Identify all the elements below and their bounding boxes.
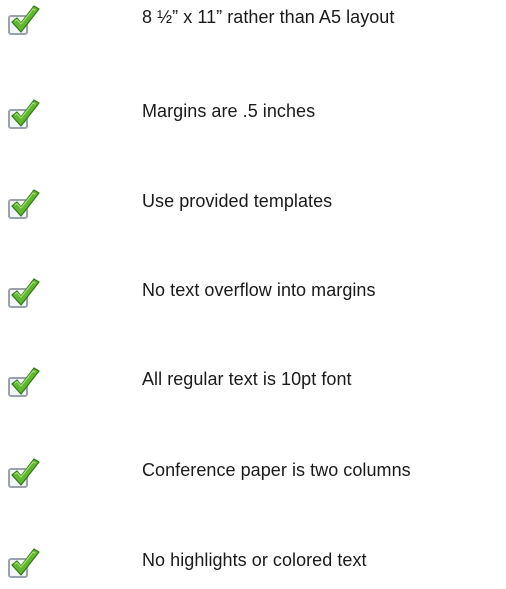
checked-box-icon bbox=[6, 186, 42, 222]
checklist-item: Margins are .5 inches bbox=[0, 96, 506, 136]
checklist-item: 8 ½” x 11” rather than A5 layout bbox=[0, 2, 506, 42]
checklist-item-label: Conference paper is two columns bbox=[142, 460, 411, 480]
checked-box-icon bbox=[6, 275, 42, 311]
checklist-item: Conference paper is two columns bbox=[0, 455, 506, 495]
checked-box-icon bbox=[6, 2, 42, 38]
checklist-item: No highlights or colored text bbox=[0, 545, 506, 585]
checklist-item-label: 8 ½” x 11” rather than A5 layout bbox=[142, 7, 395, 27]
checklist-item-label: All regular text is 10pt font bbox=[142, 369, 352, 389]
checklist-item-label: Use provided templates bbox=[142, 191, 333, 211]
checked-box-icon bbox=[6, 364, 42, 400]
checklist: 8 ½” x 11” rather than A5 layout Margins… bbox=[0, 0, 506, 589]
checklist-item-label: Margins are .5 inches bbox=[142, 101, 316, 121]
checklist-item: No text overflow into margins bbox=[0, 275, 506, 315]
checklist-item: Use provided templates bbox=[0, 186, 506, 226]
checklist-item: All regular text is 10pt font bbox=[0, 364, 506, 404]
checklist-item-label: No highlights or colored text bbox=[142, 550, 367, 570]
checked-box-icon bbox=[6, 455, 42, 491]
checked-box-icon bbox=[6, 545, 42, 581]
checked-box-icon bbox=[6, 96, 42, 132]
checklist-item-label: No text overflow into margins bbox=[142, 280, 376, 300]
